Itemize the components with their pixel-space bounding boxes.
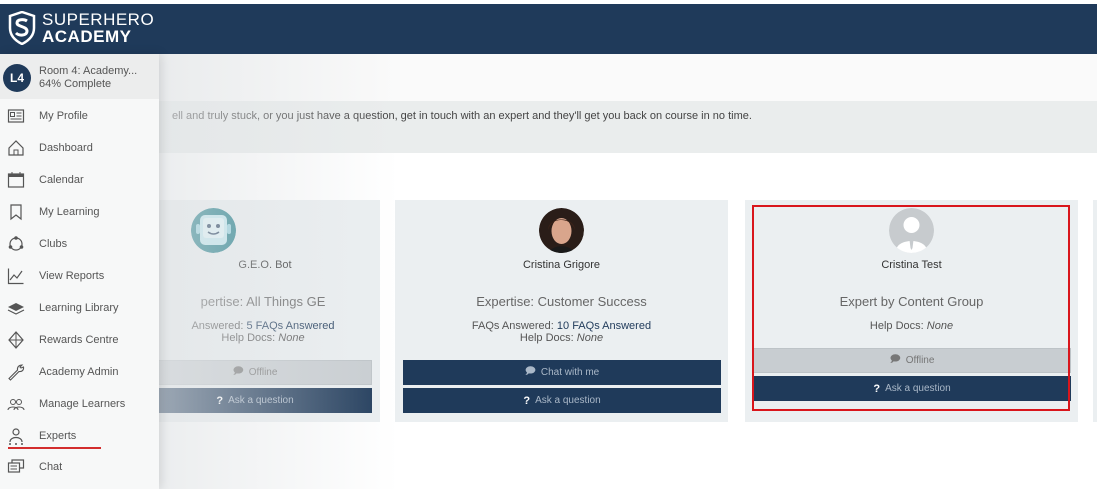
button-label: Ask a question	[228, 395, 294, 406]
button-label: Offline	[905, 355, 935, 366]
expert-name: Cristina Test	[881, 259, 942, 271]
sidebar-item-label: View Reports	[39, 270, 105, 282]
expert-name: G.E.O. Bot	[238, 259, 292, 271]
help-docs-value: None	[576, 332, 604, 344]
faq-value[interactable]: 5 FAQs Answered	[246, 320, 334, 332]
sidebar-item-label: Clubs	[39, 238, 68, 250]
chat-bubbles-icon: 🗩	[232, 366, 244, 377]
stack-icon	[6, 298, 26, 318]
intro-banner: ell and truly stuck, or you just have a …	[159, 101, 1097, 153]
chat-icon	[6, 457, 26, 477]
chat-bubbles-icon: 🗩	[889, 354, 901, 365]
sidebar-item-label: Calendar	[39, 174, 84, 186]
chat-bubbles-icon: 🗩	[524, 366, 536, 377]
question-mark-icon: ?	[216, 394, 224, 407]
avatar[interactable]	[191, 208, 236, 253]
sidebar-item-my-profile[interactable]: My Profile	[0, 101, 159, 131]
sidebar-item-label: Rewards Centre	[39, 334, 119, 346]
brand-line1: SUPERHERO	[42, 10, 155, 29]
help-docs-label: Help Docs:	[221, 332, 279, 344]
sidebar-item-label: Experts	[39, 430, 77, 442]
faq-value[interactable]: 10 FAQs Answered	[557, 320, 651, 332]
brand-line2: ACADEMY	[42, 27, 132, 46]
avatar[interactable]	[539, 208, 584, 253]
sidebar-item-view-reports[interactable]: View Reports	[0, 261, 159, 291]
top-header: SUPERHERO ACADEMY	[0, 4, 1097, 54]
sidebar-item-calendar[interactable]: Calendar	[0, 165, 159, 195]
sidebar-item-chat[interactable]: Chat	[0, 452, 159, 482]
help-docs-label: Help Docs:	[519, 332, 577, 344]
expert-card-cristina-test: Cristina Test Expert by Content Group He…	[745, 200, 1078, 422]
help-docs: Help Docs: None	[395, 332, 728, 344]
help-docs-value: None	[926, 320, 954, 332]
sidebar-item-label: My Learning	[39, 206, 100, 218]
page-title-band	[159, 54, 1097, 101]
offline-button[interactable]: 🗩 Offline	[138, 360, 372, 385]
wrench-icon	[6, 362, 26, 382]
shield-logo-icon	[8, 11, 36, 45]
question-mark-icon: ?	[873, 382, 881, 395]
faq-count: Answered: 5 FAQs Answered	[138, 320, 388, 332]
default-user-icon	[889, 208, 934, 253]
avatar[interactable]	[889, 208, 934, 253]
users-icon	[6, 394, 26, 414]
faq-label: Answered:	[191, 320, 247, 332]
person-photo-icon	[539, 208, 584, 253]
experts-underline-annotation	[8, 447, 101, 449]
help-docs-value: None	[278, 332, 305, 344]
diamond-icon	[6, 330, 26, 350]
sidebar-item-label: Dashboard	[39, 142, 93, 154]
button-label: Offline	[248, 367, 278, 378]
help-docs: Help Docs: None	[745, 320, 1078, 332]
intro-text: ell and truly stuck, or you just have a …	[172, 110, 752, 122]
help-docs-label: Help Docs:	[869, 320, 927, 332]
current-room[interactable]: L4 Room 4: Academy... 64% Complete	[0, 54, 159, 99]
room-title: Room 4: Academy...	[39, 65, 138, 77]
robot-avatar-icon	[191, 208, 236, 253]
sidebar-item-label: Academy Admin	[39, 366, 119, 378]
help-docs: Help Docs: None	[138, 332, 388, 344]
line-chart-icon	[6, 266, 26, 286]
sidebar-item-academy-admin[interactable]: Academy Admin	[0, 357, 159, 387]
button-label: Ask a question	[535, 395, 601, 406]
sidebar-item-label: Learning Library	[39, 302, 119, 314]
sidebar-item-label: My Profile	[39, 110, 88, 122]
sidebar-item-my-learning[interactable]: My Learning	[0, 197, 159, 227]
sidebar-item-dashboard[interactable]: Dashboard	[0, 133, 159, 163]
sidebar-item-label: Manage Learners	[39, 398, 126, 410]
calendar-icon	[6, 170, 26, 190]
expert-expertise: Expertise: Customer Success	[476, 294, 647, 309]
ask-question-button[interactable]: ? Ask a question	[403, 388, 721, 413]
expert-card-cristina-grigore: Cristina Grigore Expertise: Customer Suc…	[395, 200, 728, 422]
expert-card-geo-bot: G.E.O. Bot pertise: All Things GE Answer…	[130, 200, 380, 422]
expert-card-partial	[1093, 200, 1097, 422]
sidebar-item-manage-learners[interactable]: Manage Learners	[0, 389, 159, 419]
ask-question-button[interactable]: ? Ask a question	[753, 376, 1071, 401]
expert-expertise: Expert by Content Group	[839, 294, 984, 309]
sidebar-item-label: Chat	[39, 461, 63, 473]
room-level-badge: L4	[3, 64, 31, 92]
sidebar-item-rewards-centre[interactable]: Rewards Centre	[0, 325, 159, 355]
home-icon	[6, 138, 26, 158]
faq-label: FAQs Answered:	[471, 320, 557, 332]
sidebar: L4 Room 4: Academy... 64% Complete My Pr…	[0, 54, 159, 489]
button-label: Ask a question	[885, 383, 951, 394]
profile-card-icon	[6, 106, 26, 126]
expert-expertise: pertise: All Things GE	[200, 294, 326, 309]
sidebar-item-clubs[interactable]: Clubs	[0, 229, 159, 259]
bookmark-icon	[6, 202, 26, 222]
clubs-icon	[6, 234, 26, 254]
chat-with-me-button[interactable]: 🗩 Chat with me	[403, 360, 721, 385]
offline-button[interactable]: 🗩 Offline	[753, 348, 1071, 373]
expert-icon	[6, 426, 26, 446]
room-progress: 64% Complete	[39, 78, 112, 90]
faq-count: FAQs Answered: 10 FAQs Answered	[395, 320, 728, 332]
question-mark-icon: ?	[523, 394, 531, 407]
sidebar-item-learning-library[interactable]: Learning Library	[0, 293, 159, 323]
expert-name: Cristina Grigore	[522, 259, 601, 271]
brand-logo[interactable]: SUPERHERO ACADEMY	[8, 11, 154, 45]
button-label: Chat with me	[540, 367, 600, 378]
ask-question-button[interactable]: ? Ask a question	[138, 388, 372, 413]
